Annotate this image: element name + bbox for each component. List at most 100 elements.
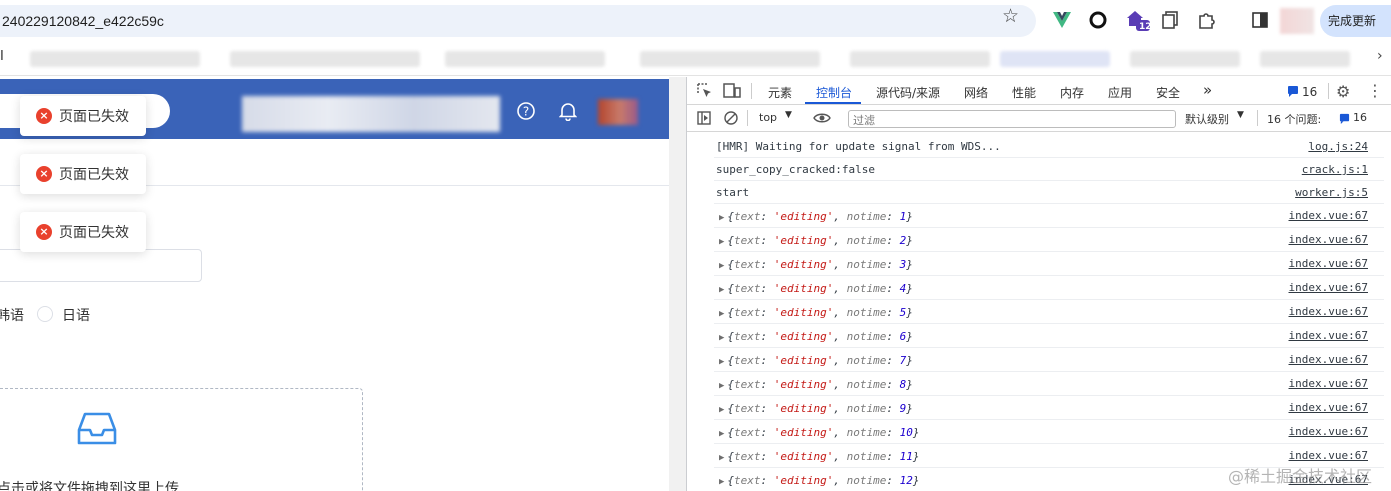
object-preview[interactable]: ▶ {text: 'editing', notime: 4} bbox=[719, 282, 913, 295]
source-link[interactable]: log.js:24 bbox=[1308, 140, 1368, 153]
console-object-row[interactable]: ▶ {text: 'editing', notime: 1} index.vue:6… bbox=[714, 204, 1391, 228]
object-preview[interactable]: ▶ {text: 'editing', notime: 1} bbox=[719, 210, 913, 223]
sidebar-toggle-icon[interactable] bbox=[697, 111, 711, 125]
tab-network[interactable]: 网络 bbox=[964, 84, 988, 101]
source-link[interactable]: index.vue:67 bbox=[1289, 425, 1368, 438]
source-link[interactable]: index.vue:67 bbox=[1289, 329, 1368, 342]
expand-triangle-icon[interactable]: ▶ bbox=[719, 213, 724, 223]
log-level-select[interactable]: 默认级别 bbox=[1185, 111, 1229, 127]
page-scrollbar[interactable] bbox=[669, 77, 686, 491]
issues-icon[interactable] bbox=[1339, 113, 1350, 124]
bookmark-item[interactable] bbox=[30, 51, 200, 67]
expand-triangle-icon[interactable]: ▶ bbox=[719, 333, 724, 343]
extensions-puzzle-icon[interactable] bbox=[1196, 10, 1216, 30]
source-link[interactable]: index.vue:67 bbox=[1289, 353, 1368, 366]
side-panel-icon[interactable] bbox=[1250, 10, 1270, 30]
issues-label[interactable]: 16 个问题: bbox=[1267, 111, 1321, 127]
source-link[interactable]: index.vue:67 bbox=[1289, 257, 1368, 270]
console-object-row[interactable]: ▶ {text: 'editing', notime: 8} index.vue:6… bbox=[714, 372, 1391, 396]
radio-japanese[interactable] bbox=[37, 306, 53, 322]
update-button[interactable]: 完成更新 bbox=[1320, 5, 1391, 37]
console-object-row[interactable]: ▶ {text: 'editing', notime: 9} index.vue:6… bbox=[714, 396, 1391, 420]
bookmark-item[interactable] bbox=[1130, 51, 1240, 67]
tab-performance[interactable]: 性能 bbox=[1012, 84, 1036, 101]
bookmark-item[interactable] bbox=[1000, 51, 1110, 67]
radio-label-korean[interactable]: 韩语 bbox=[0, 305, 24, 325]
user-avatar[interactable] bbox=[598, 99, 638, 125]
header-nav-blurred[interactable] bbox=[242, 96, 500, 132]
source-link[interactable]: index.vue:67 bbox=[1289, 377, 1368, 390]
radio-label-japanese[interactable]: 日语 bbox=[62, 305, 90, 325]
console-object-row[interactable]: ▶ {text: 'editing', notime: 5} index.vue:6… bbox=[714, 300, 1391, 324]
more-tabs-icon[interactable]: » bbox=[1203, 81, 1212, 99]
bookmarks-overflow-icon[interactable]: › bbox=[1377, 48, 1383, 64]
profile-avatar[interactable] bbox=[1280, 8, 1314, 34]
more-options-icon[interactable]: ⋮ bbox=[1367, 81, 1383, 100]
source-link[interactable]: worker.js:5 bbox=[1295, 186, 1368, 199]
expand-triangle-icon[interactable]: ▶ bbox=[719, 237, 724, 247]
expand-triangle-icon[interactable]: ▶ bbox=[719, 309, 724, 319]
bookmark-item[interactable] bbox=[1260, 51, 1350, 67]
object-preview[interactable]: ▶ {text: 'editing', notime: 5} bbox=[719, 306, 913, 319]
source-link[interactable]: index.vue:67 bbox=[1289, 281, 1368, 294]
message-count-icon[interactable] bbox=[1287, 85, 1299, 97]
copy-extension-icon[interactable] bbox=[1160, 10, 1180, 30]
object-preview[interactable]: ▶ {text: 'editing', notime: 11} bbox=[719, 450, 920, 463]
expand-triangle-icon[interactable]: ▶ bbox=[719, 285, 724, 295]
expand-triangle-icon[interactable]: ▶ bbox=[719, 453, 724, 463]
chevron-down-icon[interactable]: ▼ bbox=[785, 110, 792, 120]
object-preview[interactable]: ▶ {text: 'editing', notime: 7} bbox=[719, 354, 913, 367]
bookmark-star-icon[interactable]: ☆ bbox=[1002, 5, 1019, 27]
object-preview[interactable]: ▶ {text: 'editing', notime: 12} bbox=[719, 474, 920, 487]
tab-security[interactable]: 安全 bbox=[1156, 84, 1180, 101]
object-preview[interactable]: ▶ {text: 'editing', notime: 6} bbox=[719, 330, 913, 343]
tab-elements[interactable]: 元素 bbox=[768, 84, 792, 101]
object-preview[interactable]: ▶ {text: 'editing', notime: 8} bbox=[719, 378, 913, 391]
object-preview[interactable]: ▶ {text: 'editing', notime: 2} bbox=[719, 234, 913, 247]
tab-sources[interactable]: 源代码/来源 bbox=[876, 84, 940, 101]
chevron-down-icon[interactable]: ▼ bbox=[1237, 110, 1244, 120]
console-object-row[interactable]: ▶ {text: 'editing', notime: 7} index.vue:6… bbox=[714, 348, 1391, 372]
address-bar[interactable]: 240229120842_e422c59c bbox=[0, 5, 1036, 37]
message-count[interactable]: 16 bbox=[1302, 85, 1317, 99]
object-preview[interactable]: ▶ {text: 'editing', notime: 10} bbox=[719, 426, 920, 439]
console-object-row[interactable]: ▶ {text: 'editing', notime: 10} index.vue:… bbox=[714, 420, 1391, 444]
console-scrollbar[interactable] bbox=[1384, 132, 1391, 491]
bookmark-item[interactable] bbox=[230, 51, 420, 67]
console-object-row[interactable]: ▶ {text: 'editing', notime: 6} index.vue:6… bbox=[714, 324, 1391, 348]
tab-memory[interactable]: 内存 bbox=[1060, 84, 1084, 101]
filter-input[interactable]: 过滤 bbox=[848, 110, 1176, 128]
bookmark-item[interactable] bbox=[445, 51, 605, 67]
source-link[interactable]: crack.js:1 bbox=[1302, 163, 1368, 176]
settings-gear-icon[interactable]: ⚙ bbox=[1336, 82, 1350, 101]
source-link[interactable]: index.vue:67 bbox=[1289, 401, 1368, 414]
help-icon[interactable]: ? bbox=[516, 101, 536, 121]
source-link[interactable]: index.vue:67 bbox=[1289, 209, 1368, 222]
issues-count[interactable]: 16 bbox=[1353, 111, 1367, 124]
bookmark-mark[interactable]: I bbox=[0, 49, 4, 64]
object-preview[interactable]: ▶ {text: 'editing', notime: 9} bbox=[719, 402, 913, 415]
device-toolbar-icon[interactable] bbox=[723, 83, 741, 99]
bookmark-item[interactable] bbox=[640, 51, 820, 67]
upload-dropzone[interactable]: 点击或将文件拖拽到这里上传 bbox=[0, 388, 363, 491]
expand-triangle-icon[interactable]: ▶ bbox=[719, 477, 724, 487]
expand-triangle-icon[interactable]: ▶ bbox=[719, 261, 724, 271]
expand-triangle-icon[interactable]: ▶ bbox=[719, 405, 724, 415]
console-object-row[interactable]: ▶ {text: 'editing', notime: 3} index.vue:6… bbox=[714, 252, 1391, 276]
source-link[interactable]: index.vue:67 bbox=[1289, 449, 1368, 462]
home-extension-icon[interactable]: 12 bbox=[1125, 10, 1152, 32]
url-text[interactable]: 240229120842_e422c59c bbox=[2, 13, 164, 29]
bookmark-item[interactable] bbox=[850, 51, 990, 67]
expand-triangle-icon[interactable]: ▶ bbox=[719, 357, 724, 367]
circle-extension-icon[interactable] bbox=[1088, 10, 1108, 30]
bell-icon[interactable] bbox=[558, 101, 578, 121]
expand-triangle-icon[interactable]: ▶ bbox=[719, 381, 724, 391]
source-link[interactable]: index.vue:67 bbox=[1289, 305, 1368, 318]
source-link[interactable]: index.vue:67 bbox=[1289, 233, 1368, 246]
clear-console-icon[interactable] bbox=[724, 111, 738, 125]
text-input[interactable] bbox=[0, 249, 202, 282]
vue-devtools-icon[interactable] bbox=[1052, 10, 1072, 30]
expand-triangle-icon[interactable]: ▶ bbox=[719, 429, 724, 439]
tab-console[interactable]: 控制台 bbox=[816, 84, 852, 101]
object-preview[interactable]: ▶ {text: 'editing', notime: 3} bbox=[719, 258, 913, 271]
